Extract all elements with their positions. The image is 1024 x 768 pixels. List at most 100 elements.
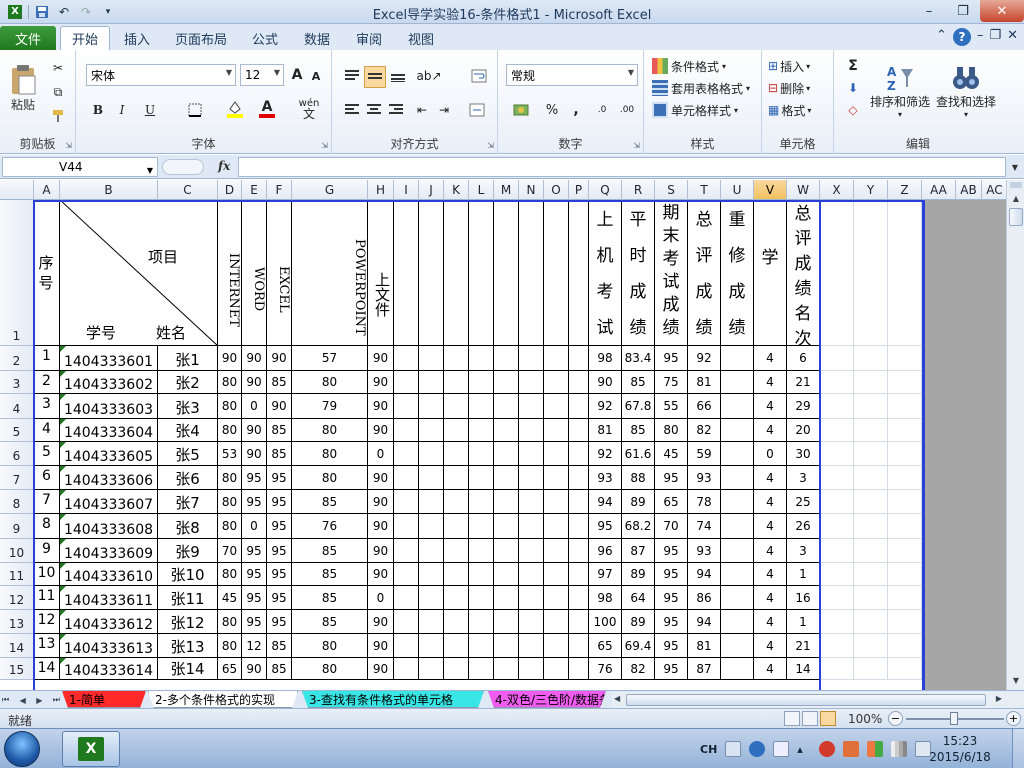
empty-cell[interactable] [854, 371, 888, 394]
cell-powerpoint[interactable]: 80 [292, 371, 368, 394]
cell-seq[interactable]: 10 [34, 563, 60, 586]
cell-word[interactable]: 95 [242, 490, 267, 514]
cell-zip[interactable]: 90 [368, 490, 394, 514]
page-break-view-button[interactable] [820, 711, 836, 726]
cell-internet[interactable]: 80 [218, 610, 242, 634]
cell-retake[interactable] [721, 490, 754, 514]
header-internet[interactable]: INTERNET [218, 200, 242, 346]
copy-icon[interactable]: ⧉ [48, 82, 68, 102]
cell-powerpoint[interactable]: 85 [292, 586, 368, 610]
cell-empty[interactable] [519, 371, 544, 394]
cell-word[interactable]: 95 [242, 539, 267, 563]
cell-empty[interactable] [444, 346, 469, 371]
cell-empty[interactable] [494, 490, 519, 514]
header-diagonal[interactable]: 项目 学号 姓名 [60, 200, 218, 346]
cell-final[interactable]: 80 [655, 419, 688, 442]
antivirus-icon[interactable] [843, 741, 860, 757]
clear-icon[interactable]: ◇ [840, 100, 866, 120]
cell-seq[interactable]: 8 [34, 514, 60, 539]
excel-app-icon[interactable]: X [6, 3, 24, 21]
cell-empty[interactable] [469, 586, 494, 610]
cell-seq[interactable]: 7 [34, 490, 60, 514]
cell-empty[interactable] [494, 610, 519, 634]
row-header-6[interactable]: 6 [0, 442, 34, 466]
cell-total[interactable]: 92 [688, 346, 721, 371]
cell-total[interactable]: 93 [688, 466, 721, 490]
tab-page-layout[interactable]: 页面布局 [168, 26, 234, 50]
cell-word[interactable]: 95 [242, 563, 267, 586]
cell-usual[interactable]: 85 [622, 419, 655, 442]
tab-review[interactable]: 审阅 [348, 26, 390, 50]
row-header-14[interactable]: 14 [0, 634, 34, 658]
cell-onmachine[interactable]: 81 [589, 419, 622, 442]
empty-cell[interactable] [854, 563, 888, 586]
cell-word[interactable]: 12 [242, 634, 267, 658]
cell-empty[interactable] [469, 634, 494, 658]
header-powerpoint[interactable]: POWERPOINT [292, 200, 368, 346]
cell-empty[interactable] [444, 419, 469, 442]
grow-font-button[interactable]: A [288, 66, 306, 84]
ime-indicator[interactable]: CH [700, 743, 717, 756]
tab-home[interactable]: 开始 [60, 26, 110, 50]
formula-input[interactable] [238, 157, 1006, 177]
cell-empty[interactable] [494, 634, 519, 658]
cell-empty[interactable] [419, 610, 444, 634]
cell-rank[interactable]: 21 [787, 634, 820, 658]
cell-total[interactable]: 94 [688, 610, 721, 634]
cell-empty[interactable] [569, 586, 589, 610]
column-header-h[interactable]: H [368, 180, 394, 200]
delete-cells-button[interactable]: ⊟ 删除 ▾ [768, 78, 832, 98]
worksheet-grid[interactable]: A B C D E F G H I J K L M N O P Q R S T U V W X Y Z AA AB AC 1 2 3 4 5 6 7 8… [0, 180, 1006, 690]
cell-empty[interactable] [469, 442, 494, 466]
cell-internet[interactable]: 45 [218, 586, 242, 610]
cell-internet[interactable]: 80 [218, 514, 242, 539]
cell-empty[interactable] [519, 346, 544, 371]
clock[interactable]: 15:23 2015/6/18 [928, 733, 992, 765]
cell-total[interactable]: 66 [688, 394, 721, 419]
cell-credit[interactable]: 4 [754, 371, 787, 394]
cell-usual[interactable]: 89 [622, 563, 655, 586]
cell-empty[interactable] [394, 442, 419, 466]
cell-seq[interactable]: 11 [34, 586, 60, 610]
cell-zip[interactable]: 90 [368, 610, 394, 634]
cell-empty[interactable] [544, 563, 569, 586]
row-header-15[interactable]: 15 [0, 658, 34, 680]
cell-empty[interactable] [494, 539, 519, 563]
cell-empty[interactable] [544, 634, 569, 658]
cell-credit[interactable]: 4 [754, 610, 787, 634]
cell-zip[interactable]: 90 [368, 539, 394, 563]
cell-powerpoint[interactable]: 80 [292, 419, 368, 442]
cell-total[interactable]: 94 [688, 563, 721, 586]
empty-cell[interactable] [820, 658, 854, 680]
cell-empty[interactable] [519, 419, 544, 442]
cell-empty[interactable] [569, 419, 589, 442]
cell-empty[interactable] [494, 658, 519, 680]
header-empty[interactable] [544, 200, 569, 346]
increase-decimal-button[interactable]: .0 [592, 100, 612, 120]
cell-internet[interactable]: 80 [218, 634, 242, 658]
empty-cell[interactable] [820, 563, 854, 586]
help-tray-icon[interactable] [749, 741, 766, 757]
cell-seq[interactable]: 2 [34, 371, 60, 394]
doc-close-icon[interactable]: ✕ [1007, 28, 1018, 46]
cell-excel[interactable]: 95 [267, 514, 292, 539]
cell-powerpoint[interactable]: 57 [292, 346, 368, 371]
cell-empty[interactable] [394, 610, 419, 634]
cell-retake[interactable] [721, 514, 754, 539]
cell-final[interactable]: 75 [655, 371, 688, 394]
cell-student-id[interactable]: 1404333604 [60, 419, 158, 442]
cell-retake[interactable] [721, 563, 754, 586]
row-header-3[interactable]: 3 [0, 371, 34, 394]
cell-final[interactable]: 95 [655, 634, 688, 658]
close-button[interactable]: ✕ [980, 0, 1024, 22]
empty-cell[interactable] [820, 419, 854, 442]
cell-zip[interactable]: 90 [368, 466, 394, 490]
cell-empty[interactable] [394, 539, 419, 563]
cell-empty[interactable] [419, 563, 444, 586]
percent-button[interactable]: % [542, 100, 562, 120]
cell-powerpoint[interactable]: 80 [292, 442, 368, 466]
italic-button[interactable]: I [112, 100, 132, 120]
cell-final[interactable]: 95 [655, 346, 688, 371]
cell-onmachine[interactable]: 93 [589, 466, 622, 490]
cell-empty[interactable] [519, 394, 544, 419]
